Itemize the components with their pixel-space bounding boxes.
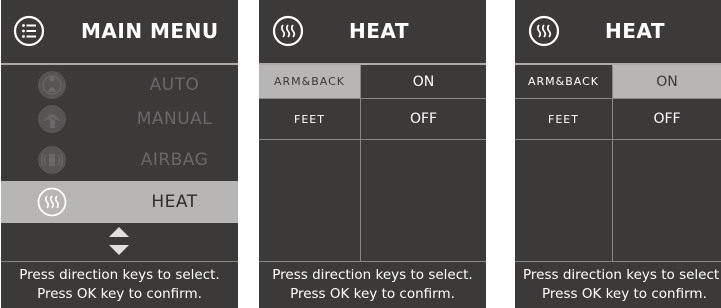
row-divider xyxy=(259,98,486,99)
row-arm-back-name[interactable]: ARM&BACK xyxy=(515,65,612,98)
row-arm-back-name[interactable]: ARM&BACK xyxy=(259,65,360,98)
row-feet-name[interactable]: FEET xyxy=(259,99,360,139)
instruction-footer: Press direction keys to select Press OK … xyxy=(515,261,721,308)
menu-item-label: HEAT xyxy=(151,192,198,212)
column-divider xyxy=(612,65,613,261)
heat-settings-table: ARM&BACK ON FEET OFF xyxy=(515,65,721,261)
row-divider xyxy=(259,139,486,140)
page-title: MAIN MENU xyxy=(81,19,219,43)
menu-item-label: AUTO xyxy=(149,75,200,95)
manual-massage-icon xyxy=(38,105,66,133)
menu-item-label: MANUAL xyxy=(136,109,213,129)
menu-item-heat[interactable]: HEAT xyxy=(1,181,238,223)
instruction-line-1: Press direction keys to select. xyxy=(19,267,220,283)
auto-massage-icon xyxy=(38,71,66,99)
heat-header: HEAT xyxy=(259,0,486,62)
instruction-line-2: Press OK key to confirm. xyxy=(290,286,455,302)
heat-icon xyxy=(37,187,67,217)
instruction-line-1: Press direction keys to select. xyxy=(272,267,473,283)
heat-screen-value-selected: HEAT ARM&BACK ON FEET OFF Press directio… xyxy=(515,0,721,308)
page-title: HEAT xyxy=(605,19,665,43)
row-divider xyxy=(515,139,721,140)
instruction-line-1: Press direction keys to select xyxy=(523,267,720,283)
list-icon xyxy=(13,15,45,47)
main-menu-header: MAIN MENU xyxy=(1,0,238,62)
instruction-footer: Press direction keys to select. Press OK… xyxy=(259,261,486,308)
heat-header: HEAT xyxy=(515,0,721,62)
heat-settings-table: ARM&BACK ON FEET OFF xyxy=(259,65,486,261)
row-divider xyxy=(515,98,721,99)
heat-icon xyxy=(272,15,304,47)
instruction-line-2: Press OK key to confirm. xyxy=(542,286,707,302)
row-arm-back-value[interactable]: ON xyxy=(613,65,721,98)
heat-screen: HEAT ARM&BACK ON FEET OFF Press directio… xyxy=(259,0,486,308)
main-menu-screen: MAIN MENU AUTO MANUAL AIRBAG HEAT Press … xyxy=(1,0,238,308)
menu-item-manual[interactable]: MANUAL xyxy=(1,98,238,140)
instruction-line-2: Press OK key to confirm. xyxy=(37,286,202,302)
up-down-arrows-icon xyxy=(109,227,129,255)
row-feet-name[interactable]: FEET xyxy=(515,99,612,139)
row-feet-value[interactable]: OFF xyxy=(361,99,486,139)
menu-item-airbag[interactable]: AIRBAG xyxy=(1,139,238,181)
instruction-footer: Press direction keys to select. Press OK… xyxy=(1,261,238,308)
heat-icon xyxy=(528,15,560,47)
row-arm-back-value[interactable]: ON xyxy=(361,65,486,98)
menu-item-label: AIRBAG xyxy=(140,150,209,170)
row-feet-value[interactable]: OFF xyxy=(613,99,721,139)
page-title: HEAT xyxy=(349,19,409,43)
airbag-icon xyxy=(38,146,66,174)
column-divider xyxy=(360,65,361,261)
